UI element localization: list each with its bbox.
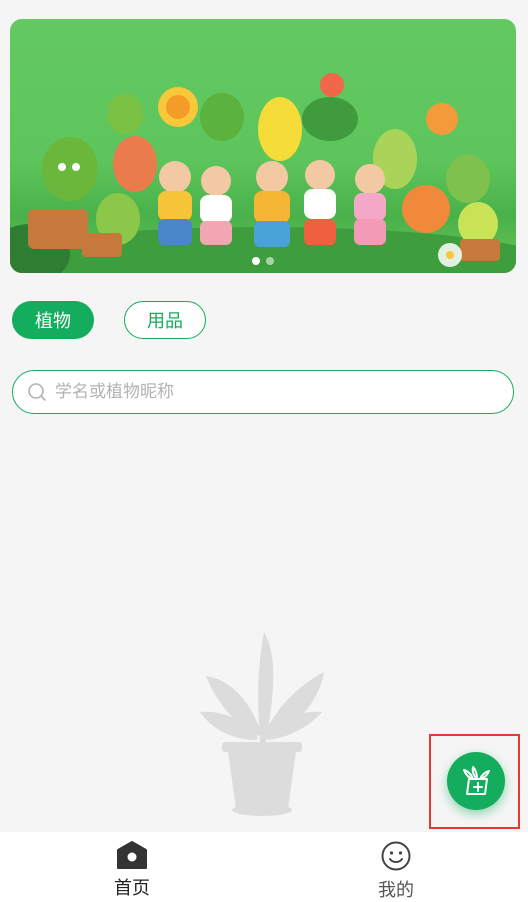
search-input[interactable] [53,381,513,403]
tabbar-item-home[interactable]: 首页 [0,832,264,902]
search-icon [28,383,46,401]
carousel-dots [10,257,516,265]
home-icon [117,841,147,869]
search-bar[interactable] [12,370,514,414]
bottom-tab-bar: 首页 我的 [0,832,528,902]
add-plant-icon [463,766,490,795]
smiley-icon [381,841,411,871]
category-tabs: 植物 用品 [12,301,206,339]
banner-carousel[interactable] [10,19,516,273]
empty-plant-illustration [200,632,324,816]
tabbar-label-profile: 我的 [378,880,414,901]
add-plant-fab[interactable] [447,752,505,810]
tab-plants[interactable]: 植物 [12,301,94,339]
tabbar-item-profile[interactable]: 我的 [264,832,528,902]
carousel-dot[interactable] [252,257,260,265]
carousel-dot[interactable] [266,257,274,265]
tab-supplies[interactable]: 用品 [124,301,206,339]
tabbar-label-home: 首页 [114,878,150,899]
banner-illustration [10,73,516,273]
